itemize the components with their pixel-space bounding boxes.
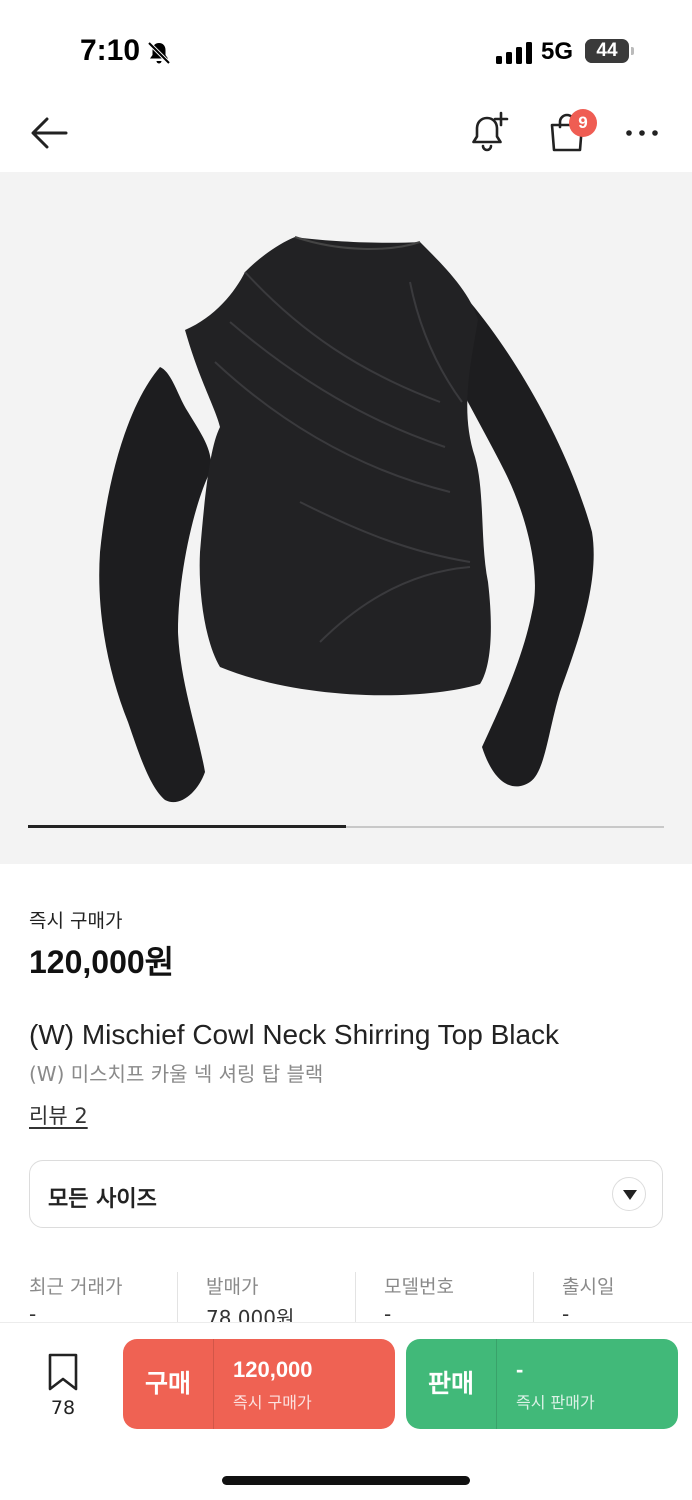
bell-plus-icon[interactable] (466, 110, 510, 156)
bottom-action-bar: 78 구매 120,000 즉시 구매가 판매 - 즉시 판매가 (0, 1322, 692, 1500)
sell-button-label: 판매 (427, 1369, 474, 1398)
product-title-en: (W) Mischief Cowl Neck Shirring Top Blac… (29, 1019, 560, 1050)
buy-button[interactable]: 구매 120,000 즉시 구매가 (123, 1339, 395, 1429)
sell-price-caption: 즉시 판매가 (516, 1393, 595, 1412)
sell-button-divider (496, 1339, 497, 1429)
status-bar: 7:10 5G 44 (0, 0, 692, 100)
product-image-carousel[interactable] (0, 172, 692, 864)
cart-count-badge: 9 (569, 109, 597, 137)
bookmark-icon (48, 1353, 78, 1391)
stat-label: 출시일 (562, 1276, 615, 1298)
carousel-progress-track (28, 825, 664, 828)
market-stats: 최근 거래가 - 발매가 78,000원 모델번호 - 출시일 - (29, 1270, 689, 1330)
wishlist-count: 78 (50, 1397, 76, 1419)
battery-percent: 44 (596, 40, 618, 61)
stat-divider (533, 1272, 534, 1324)
size-select[interactable]: 모든 사이즈 (29, 1160, 663, 1228)
buy-button-label: 구매 (144, 1369, 191, 1398)
arrow-left-icon[interactable] (26, 110, 72, 156)
stat-label: 최근 거래가 (29, 1276, 123, 1298)
stat-divider (355, 1272, 356, 1324)
sell-button[interactable]: 판매 - 즉시 판매가 (406, 1339, 678, 1429)
size-select-value: 모든 사이즈 (48, 1187, 157, 1212)
stat-divider (177, 1272, 178, 1324)
buy-price: 120,000 (233, 1357, 313, 1382)
buy-button-divider (213, 1339, 214, 1429)
sell-price: - (516, 1357, 524, 1382)
battery-icon: 44 (585, 39, 629, 63)
stat-label: 모델번호 (384, 1276, 454, 1298)
wishlist-button[interactable]: 78 (40, 1351, 86, 1431)
stat-label: 발매가 (206, 1276, 259, 1298)
status-time: 7:10 (80, 34, 141, 67)
instant-price: 120,000원 (29, 944, 175, 980)
chevron-down-icon (612, 1177, 646, 1211)
network-label: 5G (541, 38, 574, 65)
product-title-ko: (W) 미스치프 카울 넥 셔링 탑 블랙 (29, 1062, 324, 1086)
instant-price-label: 즉시 구매가 (29, 910, 123, 932)
review-link[interactable]: 리뷰 2 (29, 1100, 88, 1130)
cellular-signal-icon (496, 42, 532, 64)
bell-off-icon (147, 41, 171, 65)
more-horizontal-icon[interactable] (622, 118, 662, 148)
product-image (99, 236, 594, 803)
buy-price-caption: 즉시 구매가 (233, 1393, 312, 1412)
carousel-progress-bar (28, 825, 346, 828)
home-indicator[interactable] (222, 1476, 470, 1485)
battery-tip (631, 47, 634, 55)
